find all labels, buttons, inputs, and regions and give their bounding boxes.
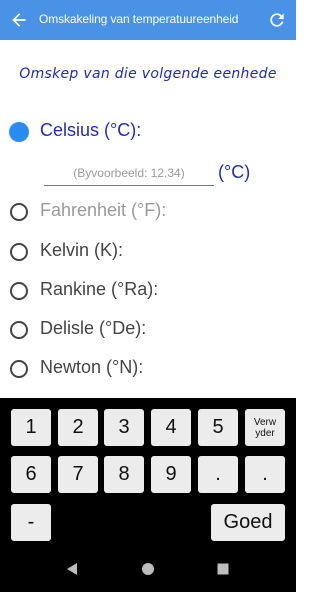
system-navigation-bar [0,548,296,592]
arrow-left-icon[interactable] [9,10,29,30]
ok-key[interactable]: Goed [211,504,285,541]
key-5[interactable]: 5 [198,409,238,446]
unit-label-delisle: Delisle (°De): [40,318,147,338]
key-1[interactable]: 1 [11,409,51,446]
unit-label-newton: Newton (°N): [40,357,144,377]
back-triangle-icon[interactable] [65,562,79,576]
key-decimal-point[interactable]: . [245,456,285,493]
unit-label-kelvin: Kelvin (K): [40,240,124,260]
unit-label-celsius: Celsius (°C): [40,120,142,140]
numeric-keypad: 1 2 3 4 5 Verwyder 6 7 8 9 . . - Goed [0,398,296,548]
key-minus[interactable]: - [11,504,51,541]
recents-square-icon[interactable] [216,562,230,576]
key-9[interactable]: 9 [151,456,191,493]
unit-label-fahrenheit: Fahrenheit (°F): [40,200,167,220]
radio-selected-icon[interactable] [9,122,29,142]
key-8[interactable]: 8 [104,456,144,493]
key-4[interactable]: 4 [151,409,191,446]
radio-unselected-icon[interactable] [10,243,28,261]
app-title: Omskakeling van temperatuureenheid [39,12,239,26]
temperature-input[interactable] [44,163,214,183]
radio-unselected-icon[interactable] [10,282,28,300]
key-3[interactable]: 3 [104,409,144,446]
delete-key[interactable]: Verwyder [245,409,285,446]
app-bar: Omskakeling van temperatuureenheid [0,0,296,40]
radio-unselected-icon[interactable] [10,360,28,378]
unit-label-rankine: Rankine (°Ra): [40,279,159,299]
home-circle-icon[interactable] [141,562,155,576]
key-6[interactable]: 6 [11,456,51,493]
key-2[interactable]: 2 [58,409,98,446]
key-0[interactable]: . [198,456,238,493]
radio-unselected-icon[interactable] [10,321,28,339]
refresh-icon[interactable] [267,10,287,30]
radio-unselected-icon[interactable] [10,203,28,221]
key-7[interactable]: 7 [58,456,98,493]
input-unit-label: (°C) [218,162,251,182]
temperature-input-wrapper [44,163,214,186]
instruction-text: Omskep van die volgende eenhede [19,66,277,82]
